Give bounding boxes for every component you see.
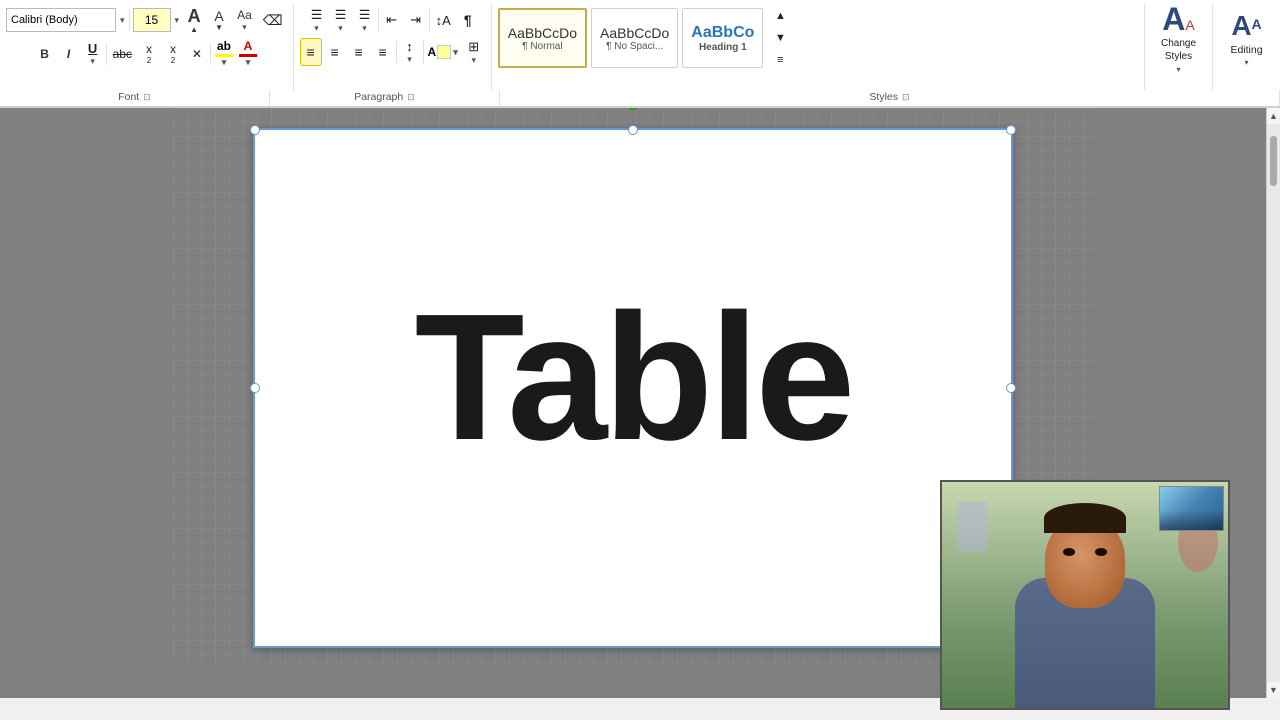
strikethrough-button[interactable]: abc — [109, 40, 136, 68]
superscript-button[interactable]: x2 — [162, 40, 184, 68]
decrease-indent-button[interactable]: ⇤ — [381, 6, 403, 34]
change-styles-group: A A Change Styles ▾ — [1145, 4, 1213, 90]
person — [985, 508, 1185, 698]
font-size-input[interactable]: 15 — [133, 8, 171, 32]
document-text: Table — [415, 288, 852, 468]
scroll-down-button[interactable]: ▼ — [1267, 682, 1280, 698]
change-styles-label: Change Styles — [1161, 37, 1196, 63]
line-spacing-button[interactable]: ↕▾ — [399, 38, 421, 66]
align-right-button[interactable]: ≡ — [348, 38, 370, 66]
font-group-label: Font ⊡ — [0, 90, 270, 106]
vertical-scrollbar[interactable]: ▲ ▼ — [1266, 108, 1280, 698]
webcam-overlay — [940, 480, 1230, 698]
shrink-font-button[interactable]: A▼ — [208, 6, 230, 34]
font-dialog-launcher[interactable]: ⊡ — [143, 92, 151, 103]
ribbon-group-labels: Font ⊡ Paragraph ⊡ Styles ⊡ — [0, 90, 1280, 107]
align-left-button[interactable]: ≡ — [300, 38, 322, 66]
styles-more[interactable]: ≡ — [769, 50, 791, 70]
paragraph-dialog-launcher[interactable]: ⊡ — [407, 92, 415, 103]
styles-scroll-down[interactable]: ▼ — [769, 28, 791, 48]
grow-font-button[interactable]: A▲ — [183, 6, 205, 34]
text-highlight-button[interactable]: ab ▾ — [213, 38, 235, 69]
style-normal[interactable]: AaBbCcDo ¶ Normal — [498, 8, 587, 68]
page-container: Table — [253, 128, 1013, 648]
font-color-button[interactable]: A ▾ — [237, 38, 259, 69]
clear-format-button[interactable]: ⌫ — [259, 6, 287, 34]
editing-group: A A Editing ▾ — [1213, 4, 1280, 90]
ribbon: Calibri (Body) ▾ 15 ▾ A▲ A▼ Aa▾ ⌫ — [0, 0, 1280, 108]
page-content: Table — [253, 128, 1013, 608]
styles-dialog-launcher[interactable]: ⊡ — [902, 92, 910, 103]
style-no-spacing[interactable]: AaBbCcDo ¶ No Spaci... — [591, 8, 678, 68]
font-name-input[interactable]: Calibri (Body) — [6, 8, 116, 32]
underline-button[interactable]: U ▾ — [82, 40, 104, 68]
multilevel-button[interactable]: ☰▾ — [354, 6, 376, 34]
change-styles-button[interactable]: A A Change Styles ▾ — [1151, 6, 1206, 70]
webcam-thumbnail — [1159, 486, 1224, 531]
align-center-button[interactable]: ≡ — [324, 38, 346, 66]
numbering-button[interactable]: ☰▾ — [330, 6, 352, 34]
editing-button[interactable]: A A Editing ▾ — [1219, 6, 1274, 70]
ribbon-groups: Calibri (Body) ▾ 15 ▾ A▲ A▼ Aa▾ ⌫ — [0, 4, 1280, 90]
main-area: Table ▲ ▼ — [0, 108, 1280, 698]
editing-label: Editing — [1230, 44, 1262, 56]
font-group: Calibri (Body) ▾ 15 ▾ A▲ A▼ Aa▾ ⌫ — [0, 4, 294, 90]
document-page[interactable]: Table — [253, 128, 1013, 648]
background-object2 — [957, 502, 987, 552]
sort-button[interactable]: ↕A — [432, 6, 455, 34]
italic-button[interactable]: I — [58, 40, 80, 68]
style-heading1[interactable]: AaBbCo Heading 1 — [682, 8, 763, 68]
change-case-button[interactable]: Aa▾ — [233, 6, 256, 34]
increase-indent-button[interactable]: ⇥ — [405, 6, 427, 34]
styles-group-label: Styles ⊡ — [500, 90, 1280, 106]
shading-button[interactable]: A ▾ — [426, 44, 461, 60]
bullets-button[interactable]: ☰▾ — [306, 6, 328, 34]
justify-button[interactable]: ≡ — [372, 38, 394, 66]
scroll-thumb[interactable] — [1270, 136, 1277, 186]
clear-char-format-button[interactable]: ✕ — [186, 40, 208, 68]
font-name-dropdown[interactable]: ▾ — [119, 15, 126, 26]
paragraph-group-label: Paragraph ⊡ — [270, 90, 500, 106]
font-size-dropdown[interactable]: ▾ — [174, 15, 181, 26]
paragraph-group: ☰▾ ☰▾ ☰▾ ⇤ ⇥ ↕A — [294, 4, 492, 90]
subscript-button[interactable]: x2 — [138, 40, 160, 68]
show-hide-button[interactable]: ¶ — [457, 6, 479, 34]
styles-group: AaBbCcDo ¶ Normal AaBbCcDo ¶ No Spaci...… — [492, 4, 1145, 90]
bold-button[interactable]: B — [34, 40, 56, 68]
scroll-up-button[interactable]: ▲ — [1267, 108, 1280, 124]
styles-scroll-up[interactable]: ▲ — [769, 6, 791, 26]
borders-button[interactable]: ⊞▾ — [463, 38, 485, 66]
